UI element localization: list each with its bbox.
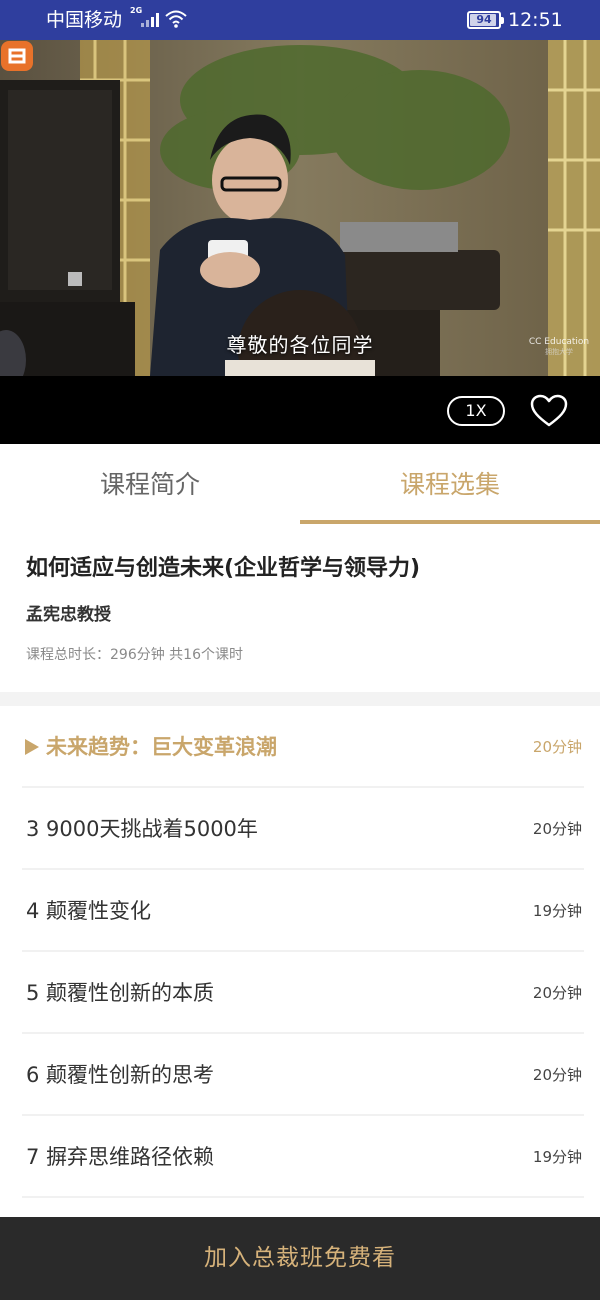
course-teacher: 孟宪忠教授 — [26, 605, 111, 625]
carrier-name: 中国移动 — [46, 9, 123, 31]
video-subtitle: 尊敬的各位同学 — [226, 333, 374, 357]
episode-title: 未来趋势：巨大变革浪潮 — [46, 735, 277, 759]
wifi-icon — [165, 10, 187, 28]
episode-duration: 19分钟 — [532, 902, 582, 920]
episode-duration: 20分钟 — [532, 738, 582, 756]
playback-speed-button[interactable]: 1X — [447, 396, 505, 426]
video-player[interactable]: 尊敬的各位同学 CC Education 拥抱大学 — [0, 40, 600, 376]
clock: 12:51 — [508, 9, 563, 31]
join-class-button[interactable]: 加入总裁班免费看 — [0, 1217, 600, 1300]
episode-duration: 19分钟 — [532, 1148, 582, 1166]
battery-indicator: 94 — [467, 11, 504, 29]
video-frame — [0, 40, 600, 376]
watermark-text: CC Education — [528, 337, 590, 347]
episode-duration: 20分钟 — [532, 820, 582, 838]
episode-item[interactable]: 6 颠覆性创新的思考 20分钟 — [0, 1034, 600, 1116]
episode-list: 未来趋势：巨大变革浪潮 20分钟 3 9000天挑战着5000年 20分钟 4 … — [0, 706, 600, 1216]
status-bar: 中国移动 2G 94 12:51 — [0, 0, 600, 40]
heart-outline-icon[interactable] — [530, 394, 568, 428]
tab-course-intro[interactable]: 课程简介 — [0, 444, 300, 524]
episode-title: 4 颠覆性变化 — [26, 899, 152, 923]
episode-item[interactable]: 未来趋势：巨大变革浪潮 20分钟 — [0, 706, 600, 788]
course-meta: 课程总时长：296分钟 共16个课时 — [26, 647, 243, 663]
course-tabs: 课程简介 课程选集 — [0, 444, 600, 524]
signal-icon — [141, 13, 161, 27]
episode-item[interactable]: 4 颠覆性变化 19分钟 — [0, 870, 600, 952]
section-divider — [0, 692, 600, 706]
player-controls: 1X — [0, 376, 600, 444]
battery-level: 94 — [476, 13, 492, 26]
episode-item[interactable]: 3 9000天挑战着5000年 20分钟 — [0, 788, 600, 870]
course-title: 如何适应与创造未来(企业哲学与领导力) — [26, 556, 421, 581]
episode-item[interactable]: 5 颠覆性创新的本质 20分钟 — [0, 952, 600, 1034]
course-info: 如何适应与创造未来(企业哲学与领导力) 孟宪忠教授 课程总时长：296分钟 共1… — [0, 524, 600, 692]
episode-title: 3 9000天挑战着5000年 — [26, 817, 258, 841]
episode-duration: 20分钟 — [532, 984, 582, 1002]
episode-duration: 20分钟 — [532, 1066, 582, 1084]
watermark-subtext: 拥抱大学 — [545, 348, 573, 356]
tab-course-episodes[interactable]: 课程选集 — [300, 444, 600, 524]
cc-education-logo — [1, 41, 33, 71]
episode-item[interactable]: 7 摒弃思维路径依赖 19分钟 — [0, 1116, 600, 1198]
episode-title: 5 颠覆性创新的本质 — [26, 981, 215, 1005]
play-icon — [25, 739, 39, 755]
episode-title: 6 颠覆性创新的思考 — [26, 1063, 215, 1087]
episode-title: 7 摒弃思维路径依赖 — [26, 1145, 215, 1169]
